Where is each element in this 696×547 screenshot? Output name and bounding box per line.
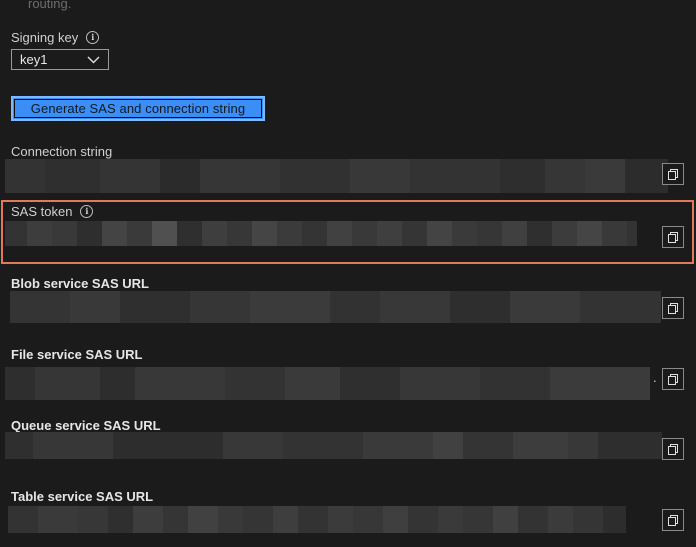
copy-icon	[668, 169, 678, 180]
signing-key-text: Signing key	[11, 30, 79, 45]
routing-text: routing.	[28, 0, 72, 11]
info-icon[interactable]: i	[80, 205, 94, 218]
file-url-label: File service SAS URL	[11, 347, 143, 362]
generate-sas-button[interactable]: Generate SAS and connection string	[11, 96, 265, 121]
connection-string-field[interactable]	[5, 159, 668, 193]
copy-icon	[668, 515, 678, 526]
queue-url-text: Queue service SAS URL	[11, 418, 161, 433]
connection-string-text: Connection string	[11, 144, 113, 159]
connection-string-label: Connection string	[11, 144, 112, 159]
copy-file-url-button[interactable]	[662, 368, 684, 390]
copy-icon	[668, 303, 678, 314]
file-url-text: File service SAS URL	[11, 347, 143, 362]
copy-sas-token-button[interactable]	[662, 226, 684, 248]
copy-icon	[668, 444, 678, 455]
sas-token-label: SAS token i	[11, 204, 94, 219]
copy-table-url-button[interactable]	[662, 509, 684, 531]
sas-token-field[interactable]	[5, 221, 662, 246]
queue-url-field[interactable]	[5, 432, 662, 459]
copy-blob-url-button[interactable]	[662, 297, 684, 319]
sas-token-text: SAS token	[11, 204, 73, 219]
blob-url-text: Blob service SAS URL	[11, 276, 149, 291]
signing-key-label: Signing key i	[11, 30, 100, 45]
copy-icon	[668, 232, 678, 243]
file-url-field[interactable]	[5, 367, 650, 400]
signing-key-dropdown[interactable]: key1	[11, 49, 109, 70]
table-url-field[interactable]	[8, 506, 656, 533]
info-icon[interactable]: i	[86, 31, 100, 44]
overflow-dot: .	[653, 370, 657, 385]
sas-panel: routing. Signing key i key1 Generate SAS…	[0, 0, 696, 547]
queue-url-label: Queue service SAS URL	[11, 418, 161, 433]
blob-url-label: Blob service SAS URL	[11, 276, 149, 291]
copy-icon	[668, 374, 678, 385]
signing-key-value: key1	[20, 52, 48, 67]
table-url-text: Table service SAS URL	[11, 489, 154, 504]
blob-url-field[interactable]	[10, 291, 661, 323]
copy-connection-string-button[interactable]	[662, 163, 684, 185]
table-url-label: Table service SAS URL	[11, 489, 153, 504]
copy-queue-url-button[interactable]	[662, 438, 684, 460]
chevron-down-icon	[87, 56, 100, 64]
